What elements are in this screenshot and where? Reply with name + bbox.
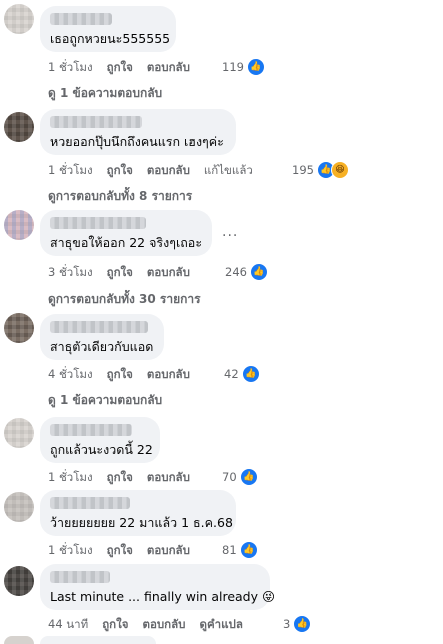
commenter-name-redacted[interactable] bbox=[50, 13, 112, 25]
like-button[interactable]: ถูกใจ bbox=[107, 470, 133, 484]
comment-actions: 1 ชั่วโมง ถูกใจ ตอบกลับ แก้ไขแล้ว bbox=[48, 162, 267, 180]
reaction-number: 119 bbox=[222, 60, 244, 74]
reply-button[interactable]: ตอบกลับ bbox=[147, 163, 190, 177]
translate-button[interactable]: ดูคำแปล bbox=[199, 617, 242, 631]
comment-time[interactable]: 1 ชั่วโมง bbox=[48, 470, 93, 484]
like-icon: 👍 bbox=[249, 263, 268, 281]
comment-time[interactable]: 1 ชั่วโมง bbox=[48, 543, 93, 557]
reply-button[interactable]: ตอบกลับ bbox=[142, 617, 185, 631]
comment-bubble: ถูกแล้วนะงวดนี้ 22 bbox=[40, 417, 160, 463]
like-icon: 👍 bbox=[241, 365, 260, 383]
comment-text: ว้ายยยยยยย 22 มาแล้ว 1 ธ.ค.68 bbox=[50, 515, 233, 530]
next-comment-bubble-edge bbox=[40, 636, 156, 644]
avatar[interactable] bbox=[4, 112, 34, 142]
reaction-number: 246 bbox=[225, 265, 247, 279]
avatar[interactable] bbox=[4, 418, 34, 448]
comment-time[interactable]: 4 ชั่วโมง bbox=[48, 367, 93, 381]
avatar[interactable] bbox=[4, 492, 34, 522]
comment-time[interactable]: 1 ชั่วโมง bbox=[48, 163, 93, 177]
reaction-count[interactable]: 195 👍 😆 bbox=[292, 161, 349, 179]
reply-button[interactable]: ตอบกลับ bbox=[147, 470, 190, 484]
comment-actions: 1 ชั่วโมง ถูกใจ ตอบกลับ bbox=[48, 542, 204, 560]
reaction-count[interactable]: 119 👍 bbox=[222, 58, 265, 76]
avatar[interactable] bbox=[4, 313, 34, 343]
comment-actions: 3 ชั่วโมง ถูกใจ ตอบกลับ bbox=[48, 264, 204, 282]
comment-text: สาธุตัวเดียวกับแอด bbox=[50, 339, 154, 354]
reply-button[interactable]: ตอบกลับ bbox=[147, 60, 190, 74]
like-button[interactable]: ถูกใจ bbox=[107, 163, 133, 177]
comment-time[interactable]: 3 ชั่วโมง bbox=[48, 265, 93, 279]
haha-icon: 😆 bbox=[330, 161, 349, 179]
commenter-name-redacted[interactable] bbox=[50, 424, 132, 436]
comment-actions: 44 นาที ถูกใจ ตอบกลับ ดูคำแปล bbox=[48, 616, 257, 634]
like-button[interactable]: ถูกใจ bbox=[107, 60, 133, 74]
commenter-name-redacted[interactable] bbox=[50, 497, 130, 509]
reaction-count[interactable]: 70 👍 bbox=[222, 468, 258, 486]
comment-text: Last minute ... finally win already 😜 bbox=[50, 589, 276, 604]
reaction-count[interactable]: 81 👍 bbox=[222, 541, 258, 559]
comment-bubble: สาธุตัวเดียวกับแอด bbox=[40, 314, 164, 360]
comment-time[interactable]: 1 ชั่วโมง bbox=[48, 60, 93, 74]
avatar[interactable] bbox=[4, 210, 34, 240]
view-replies-link[interactable]: ดูการตอบกลับทั้ง 30 รายการ bbox=[48, 290, 201, 309]
like-button[interactable]: ถูกใจ bbox=[102, 617, 128, 631]
reply-button[interactable]: ตอบกลับ bbox=[147, 543, 190, 557]
reaction-count[interactable]: 42 👍 bbox=[224, 365, 260, 383]
view-replies-link[interactable]: ดู 1 ข้อความตอบกลับ bbox=[48, 84, 162, 103]
commenter-name-redacted[interactable] bbox=[50, 116, 142, 128]
avatar[interactable] bbox=[4, 566, 34, 596]
reaction-count[interactable]: 246 👍 bbox=[225, 263, 268, 281]
reply-button[interactable]: ตอบกลับ bbox=[147, 367, 190, 381]
edited-label: แก้ไขแล้ว bbox=[203, 163, 253, 177]
like-icon: 👍 bbox=[246, 58, 265, 76]
reaction-number: 195 bbox=[292, 163, 314, 177]
comment-bubble: เธอถูกหวยนะ555555 bbox=[40, 6, 176, 52]
comment-bubble: Last minute ... finally win already 😜 bbox=[40, 564, 276, 610]
comment-text: สาธุขอให้ออก 22 จริงๆเถอะ bbox=[50, 235, 203, 250]
more-options-icon[interactable]: ... bbox=[222, 224, 238, 240]
like-button[interactable]: ถูกใจ bbox=[107, 543, 133, 557]
comment-text: เธอถูกหวยนะ555555 bbox=[50, 31, 171, 46]
avatar[interactable] bbox=[4, 4, 34, 34]
like-button[interactable]: ถูกใจ bbox=[107, 367, 133, 381]
comment-actions: 1 ชั่วโมง ถูกใจ ตอบกลับ bbox=[48, 59, 204, 77]
reaction-number: 81 bbox=[222, 543, 237, 557]
comment-text: ถูกแล้วนะงวดนี้ 22 bbox=[50, 442, 153, 457]
commenter-name-redacted[interactable] bbox=[50, 321, 148, 333]
comment-actions: 1 ชั่วโมง ถูกใจ ตอบกลับ bbox=[48, 469, 204, 487]
comment-bubble: หวยออกปุ๊บนึกถึงคนแรก เฮงๆค่ะ bbox=[40, 109, 236, 155]
comment-text: หวยออกปุ๊บนึกถึงคนแรก เฮงๆค่ะ bbox=[50, 134, 224, 149]
reply-button[interactable]: ตอบกลับ bbox=[147, 265, 190, 279]
comment-bubble: สาธุขอให้ออก 22 จริงๆเถอะ bbox=[40, 210, 212, 256]
reaction-number: 3 bbox=[283, 617, 291, 631]
like-icon: 👍 bbox=[293, 615, 312, 633]
like-button[interactable]: ถูกใจ bbox=[107, 265, 133, 279]
comment-time[interactable]: 44 นาที bbox=[48, 617, 88, 631]
reaction-number: 42 bbox=[224, 367, 239, 381]
view-replies-link[interactable]: ดูการตอบกลับทั้ง 8 รายการ bbox=[48, 187, 192, 206]
comment-actions: 4 ชั่วโมง ถูกใจ ตอบกลับ bbox=[48, 366, 204, 384]
commenter-name-redacted[interactable] bbox=[50, 571, 110, 583]
like-icon: 👍 bbox=[239, 541, 258, 559]
commenter-name-redacted[interactable] bbox=[50, 217, 146, 229]
reaction-number: 70 bbox=[222, 470, 237, 484]
comment-bubble: ว้ายยยยยยย 22 มาแล้ว 1 ธ.ค.68 bbox=[40, 490, 236, 536]
like-icon: 👍 bbox=[239, 468, 258, 486]
view-replies-link[interactable]: ดู 1 ข้อความตอบกลับ bbox=[48, 391, 162, 410]
reaction-count[interactable]: 3 👍 bbox=[283, 615, 312, 633]
next-avatar-edge bbox=[4, 636, 34, 644]
